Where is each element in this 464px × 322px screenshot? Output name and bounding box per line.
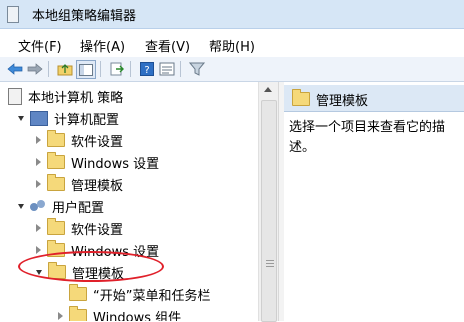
svg-text:?: ? — [144, 65, 149, 76]
highlight-annotation-circle — [18, 251, 164, 282]
tree-item-label: 计算机配置 — [54, 112, 120, 128]
scroll-up-arrow-icon[interactable] — [264, 87, 272, 92]
tree-item-windows-settings[interactable]: Windows 设置 — [36, 152, 159, 172]
tree-item-admin-templates[interactable]: 管理模板 — [36, 174, 123, 194]
window-title: 本地组策略编辑器 — [32, 9, 137, 24]
show-tree-icon[interactable] — [76, 60, 96, 79]
tree-item-label: Windows 组件 — [93, 310, 182, 322]
computer-icon — [30, 110, 48, 126]
help-icon[interactable]: ? — [138, 60, 156, 77]
tree-item-label: “开始”菜单和任务栏 — [93, 288, 211, 304]
up-folder-icon[interactable] — [56, 60, 74, 77]
menu-action[interactable]: 操作(A) — [80, 36, 125, 55]
expand-arrow-icon[interactable] — [18, 115, 24, 121]
scroll-thumb[interactable] — [261, 100, 277, 322]
users-icon — [30, 199, 46, 213]
policy-icon — [8, 87, 22, 105]
back-arrow-icon[interactable] — [6, 60, 24, 77]
app-icon — [7, 6, 19, 23]
forward-arrow-icon[interactable] — [26, 60, 44, 77]
details-header-title: 管理模板 — [316, 94, 369, 109]
tree-item-label: Windows 设置 — [71, 156, 160, 172]
details-pane: 管理模板 选择一个项目来查看它的描述。 — [284, 82, 464, 321]
tree-item-label: 软件设置 — [71, 222, 124, 238]
tree-item-software-settings[interactable]: 软件设置 — [36, 218, 123, 238]
tree-item-label: 本地计算机 策略 — [28, 90, 124, 106]
grip-line — [266, 260, 274, 261]
tree-item-start-menu-taskbar[interactable]: “开始”菜单和任务栏 — [58, 284, 210, 304]
tree-item-windows-components[interactable]: Windows 组件 — [58, 306, 181, 321]
menu-help[interactable]: 帮助(H) — [209, 36, 255, 55]
collapse-arrow-icon[interactable] — [36, 180, 41, 188]
folder-icon — [47, 130, 65, 147]
expand-arrow-icon[interactable] — [18, 203, 24, 209]
tree-scrollbar[interactable] — [258, 82, 278, 322]
toolbar: ? — [0, 57, 464, 82]
toolbar-separator — [48, 61, 49, 77]
properties-icon[interactable] — [158, 60, 176, 77]
filter-icon[interactable] — [188, 60, 206, 77]
tree-item-label: 用户配置 — [52, 200, 105, 216]
collapse-arrow-icon[interactable] — [36, 158, 41, 166]
details-description: 选择一个项目来查看它的描述。 — [289, 120, 446, 155]
collapse-arrow-icon[interactable] — [36, 224, 41, 232]
grip-line — [266, 263, 274, 264]
tree-item-label: 管理模板 — [71, 178, 124, 194]
folder-icon — [69, 306, 87, 321]
collapse-arrow-icon[interactable] — [36, 246, 41, 254]
export-list-icon[interactable] — [108, 60, 126, 77]
toolbar-separator — [100, 61, 101, 77]
title-bar: 本地组策略编辑器 — [0, 0, 464, 29]
tree-item-local-computer-policy[interactable]: 本地计算机 策略 — [8, 86, 123, 106]
toolbar-separator — [180, 61, 181, 77]
tree-pane: 本地计算机 策略 计算机配置 软件设置 Windows 设置 管理模板 用户配置… — [0, 82, 258, 321]
toolbar-separator — [130, 61, 131, 77]
folder-icon — [47, 218, 65, 235]
menu-bar: 文件(F) 操作(A) 查看(V) 帮助(H) — [0, 33, 464, 57]
menu-view[interactable]: 查看(V) — [145, 36, 190, 55]
tree-item-computer-config[interactable]: 计算机配置 — [18, 108, 119, 128]
tree-item-software-settings[interactable]: 软件设置 — [36, 130, 123, 150]
folder-icon — [47, 152, 65, 169]
menu-file[interactable]: 文件(F) — [18, 36, 62, 55]
tree-item-user-config[interactable]: 用户配置 — [18, 196, 104, 216]
tree-item-label: 软件设置 — [71, 134, 124, 150]
details-header: 管理模板 — [284, 85, 464, 112]
folder-icon — [292, 89, 310, 106]
folder-icon — [47, 174, 65, 191]
folder-icon — [69, 284, 87, 301]
grip-line — [266, 266, 274, 267]
collapse-arrow-icon[interactable] — [58, 312, 63, 320]
collapse-arrow-icon[interactable] — [36, 136, 41, 144]
